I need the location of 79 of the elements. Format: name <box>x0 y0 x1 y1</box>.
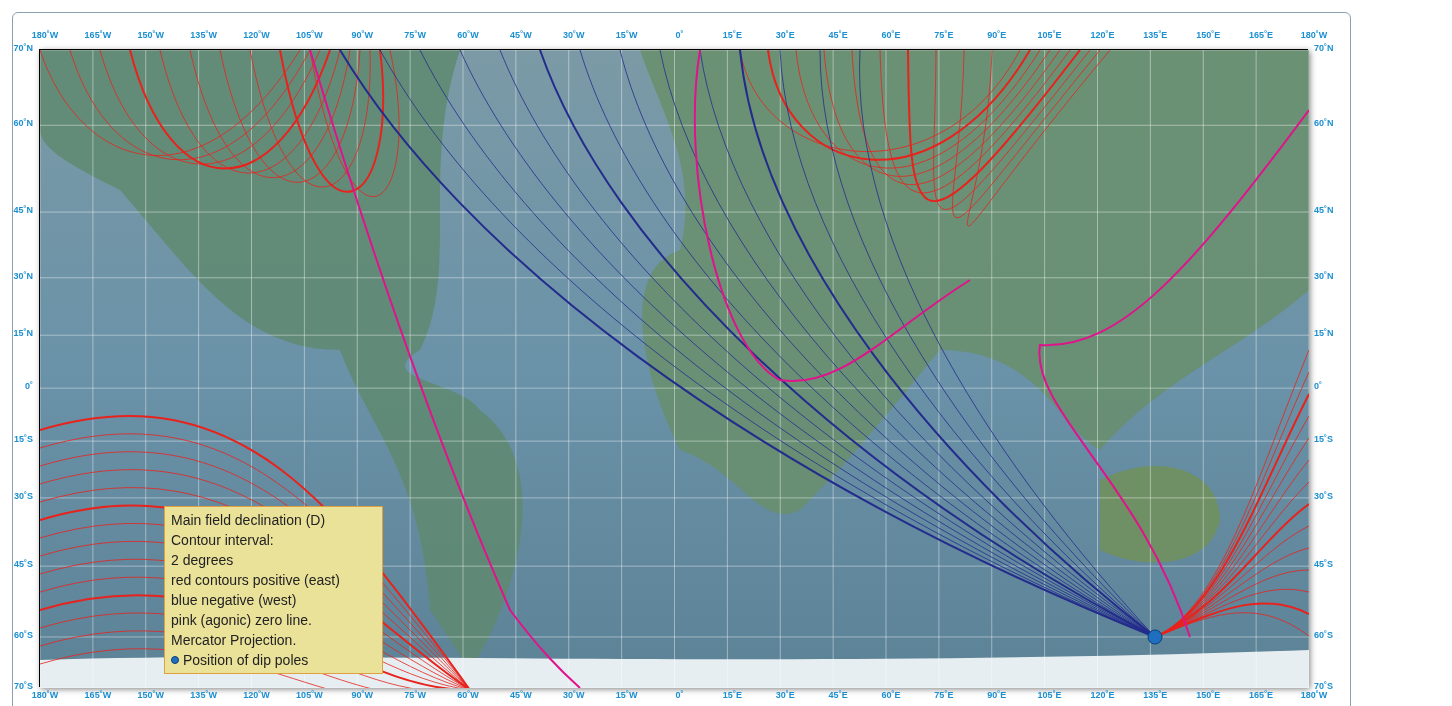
longitude-label: 180˚W <box>31 29 59 42</box>
longitude-label: 105˚E <box>1037 689 1062 702</box>
longitude-label: 15˚E <box>722 29 742 42</box>
longitude-label: 150˚W <box>137 29 164 42</box>
latitude-label: 45˚S <box>1314 558 1333 572</box>
legend-text: red contours positive (east) <box>171 571 341 590</box>
latitude-label: 60˚S <box>14 629 33 643</box>
longitude-label: 150˚E <box>1196 689 1221 702</box>
longitude-label: 105˚E <box>1037 29 1062 42</box>
latitude-label: 30˚S <box>1314 490 1333 504</box>
longitude-label: 150˚W <box>137 689 164 702</box>
longitude-label: 0˚ <box>675 29 684 42</box>
longitude-label: 165˚E <box>1249 29 1274 42</box>
latitude-label: 30˚S <box>14 490 33 504</box>
longitude-label: 0˚ <box>675 689 684 702</box>
longitude-label: 90˚E <box>987 29 1007 42</box>
latitude-label: 70˚N <box>13 42 33 56</box>
latitude-label: 15˚S <box>1314 433 1333 447</box>
latitude-label: 30˚N <box>13 270 33 283</box>
longitude-label: 105˚W <box>296 29 323 42</box>
longitude-label: 120˚W <box>243 29 270 42</box>
latitude-label: 60˚S <box>1314 629 1333 643</box>
latitude-label: 15˚N <box>1314 327 1334 341</box>
longitude-label: 45˚E <box>828 29 848 42</box>
latitude-label: 70˚N <box>1314 42 1334 56</box>
longitude-label: 180˚W <box>31 689 59 702</box>
longitude-label: 45˚W <box>510 689 532 702</box>
longitude-label: 90˚E <box>987 689 1007 702</box>
longitude-label: 60˚E <box>881 29 901 42</box>
longitude-label: 75˚W <box>404 29 426 42</box>
latitude-label: 0˚ <box>25 380 33 394</box>
longitude-label: 60˚W <box>457 689 479 702</box>
longitude-label: 30˚E <box>775 689 795 702</box>
legend-text: blue negative (west) <box>171 591 298 610</box>
legend-text: pink (agonic) zero line. <box>171 611 313 630</box>
longitude-label: 30˚W <box>563 29 585 42</box>
latitude-label: 45˚N <box>1314 204 1334 218</box>
longitude-label: 165˚W <box>84 689 112 702</box>
legend-text: Main field declination (D) <box>171 511 327 530</box>
longitude-label: 150˚E <box>1196 29 1221 42</box>
longitude-label: 15˚W <box>615 29 638 42</box>
latitude-label: 30˚N <box>1314 270 1334 283</box>
longitude-label: 75˚E <box>934 689 954 702</box>
longitude-label: 75˚W <box>404 689 426 702</box>
latitude-label: 60˚N <box>13 117 33 131</box>
latitude-label: 45˚N <box>13 204 33 218</box>
longitude-label: 15˚E <box>722 689 742 702</box>
longitude-label: 120˚E <box>1090 29 1115 42</box>
legend-text: Mercator Projection. <box>171 631 298 650</box>
latitude-label: 15˚S <box>14 433 33 447</box>
longitude-label: 45˚E <box>828 689 848 702</box>
longitude-label: 120˚W <box>243 689 270 702</box>
latitude-label: 45˚S <box>14 558 33 572</box>
latitude-label: 15˚N <box>13 327 33 341</box>
longitude-label: 180˚W <box>1300 29 1328 42</box>
legend-text: Position of dip poles <box>183 651 309 670</box>
longitude-label: 30˚W <box>563 689 585 702</box>
longitude-label: 120˚E <box>1090 689 1115 702</box>
longitude-label: 30˚E <box>775 29 795 42</box>
longitude-label: 135˚W <box>190 689 217 702</box>
longitude-label: 60˚E <box>881 689 901 702</box>
longitude-label: 90˚W <box>351 689 373 702</box>
longitude-label: 135˚W <box>190 29 217 42</box>
longitude-label: 45˚W <box>510 29 532 42</box>
longitude-label: 135˚E <box>1143 689 1168 702</box>
longitude-label: 135˚E <box>1143 29 1168 42</box>
longitude-label: 75˚E <box>934 29 954 42</box>
latitude-label: 0˚ <box>1314 380 1322 394</box>
longitude-label: 105˚W <box>296 689 323 702</box>
legend-text: Contour interval: <box>171 531 275 550</box>
latitude-label: 60˚N <box>1314 117 1334 131</box>
longitude-label: 15˚W <box>615 689 638 702</box>
longitude-label: 90˚W <box>351 29 373 42</box>
longitude-label: 165˚W <box>84 29 112 42</box>
longitude-label: 180˚W <box>1300 690 1328 702</box>
latitude-label: 70˚S <box>14 680 33 692</box>
legend-text: 2 degrees <box>171 551 235 570</box>
longitude-label: 60˚W <box>457 29 479 42</box>
longitude-label: 165˚E <box>1249 689 1274 702</box>
